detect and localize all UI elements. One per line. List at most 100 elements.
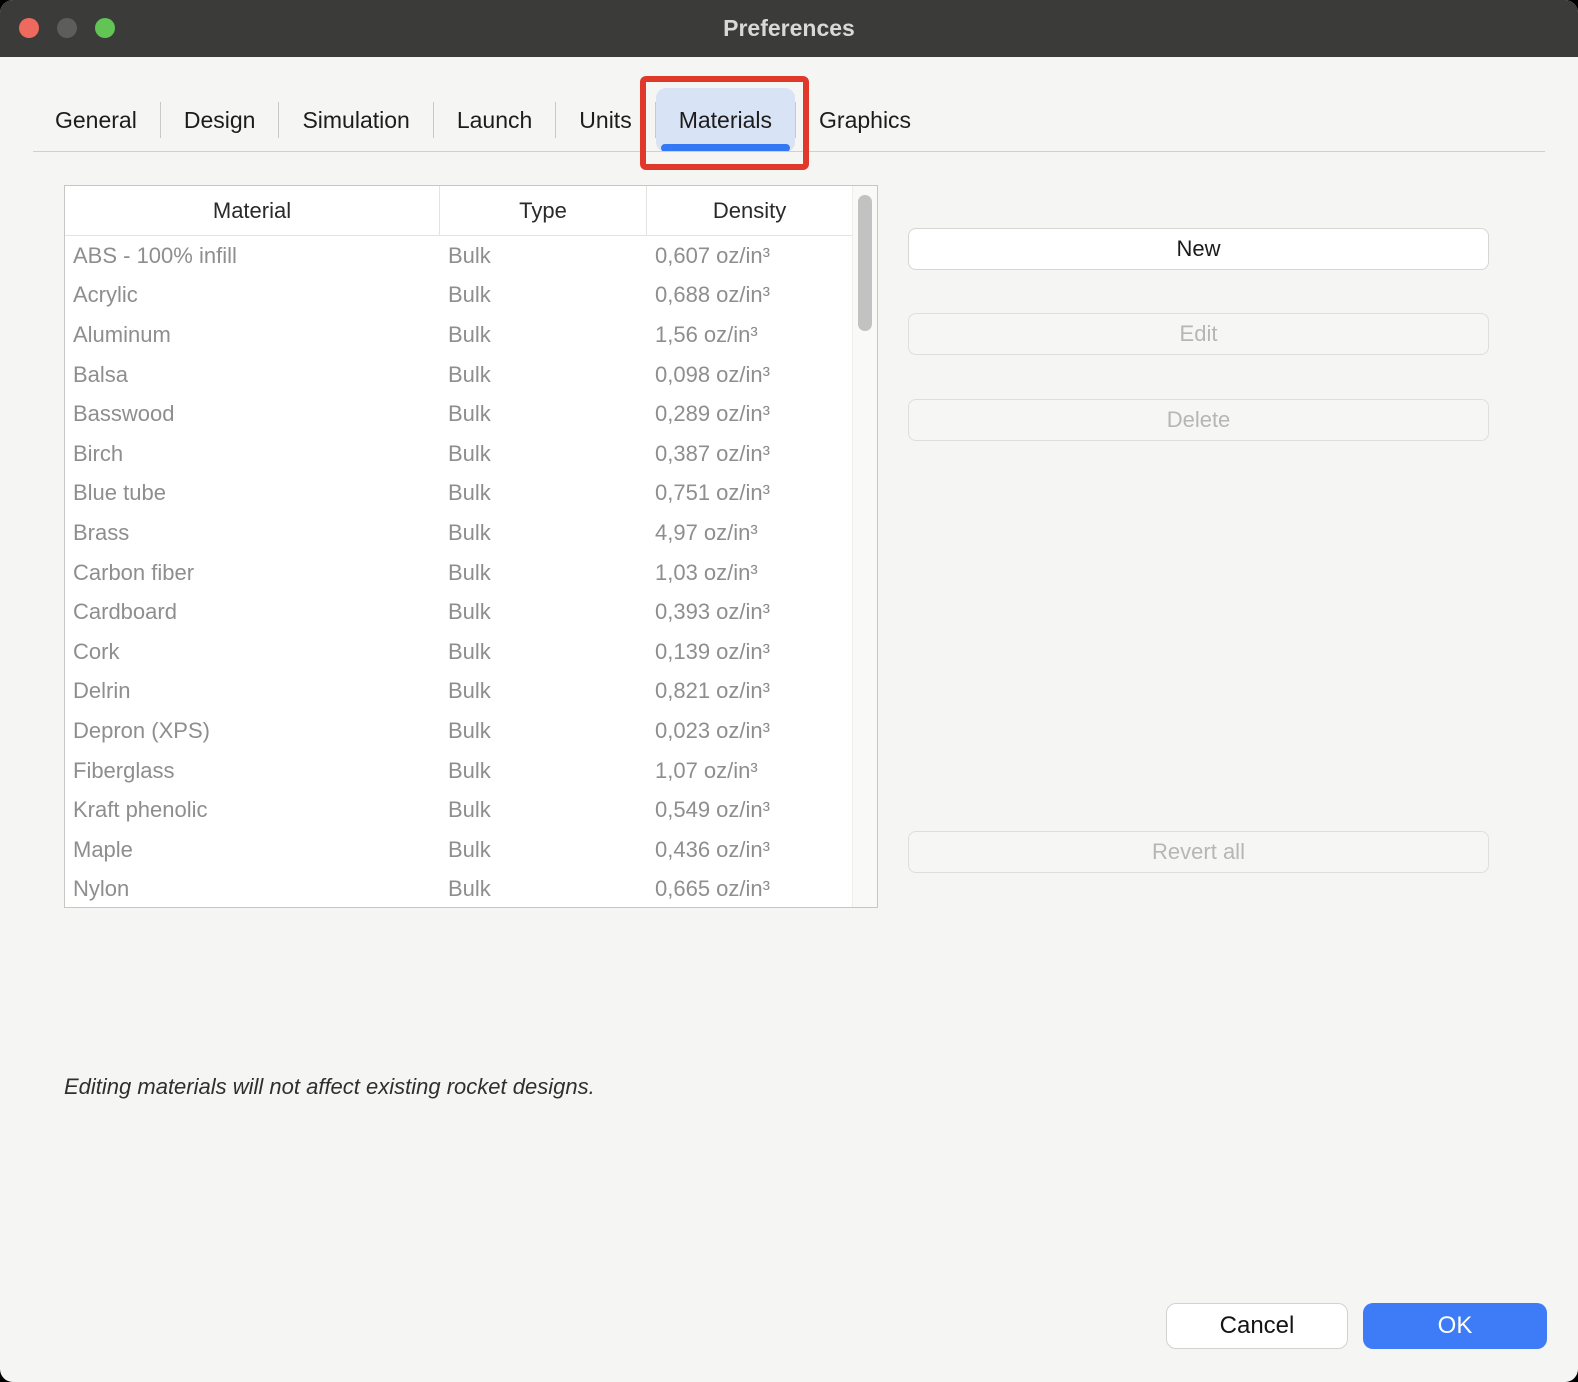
tab-launch[interactable]: Launch xyxy=(434,88,555,152)
material-cell: Birch xyxy=(65,434,440,474)
tab-label: Materials xyxy=(679,107,772,134)
scrollbar-thumb[interactable] xyxy=(858,195,872,331)
new-button[interactable]: New xyxy=(908,228,1489,270)
type-cell: Bulk xyxy=(440,236,647,276)
table-row[interactable]: Blue tubeBulk0,751 oz/in³ xyxy=(65,474,852,514)
delete-button[interactable]: Delete xyxy=(908,399,1489,441)
window-controls xyxy=(19,18,115,38)
tab-label: Launch xyxy=(457,107,532,134)
materials-note: Editing materials will not affect existi… xyxy=(64,1074,595,1100)
tab-general[interactable]: General xyxy=(32,88,160,152)
table-header: MaterialTypeDensity xyxy=(65,186,852,236)
column-header-type: Type xyxy=(440,186,647,235)
tab-simulation[interactable]: Simulation xyxy=(279,88,432,152)
type-cell: Bulk xyxy=(440,870,647,908)
material-cell: Kraft phenolic xyxy=(65,790,440,830)
type-cell: Bulk xyxy=(440,355,647,395)
density-cell: 0,665 oz/in³ xyxy=(647,870,852,908)
column-header-material: Material xyxy=(65,186,440,235)
tab-units[interactable]: Units xyxy=(556,88,654,152)
revert-all-button[interactable]: Revert all xyxy=(908,831,1489,873)
type-cell: Bulk xyxy=(440,474,647,514)
ok-button[interactable]: OK xyxy=(1363,1303,1547,1349)
density-cell: 0,393 oz/in³ xyxy=(647,592,852,632)
material-cell: Blue tube xyxy=(65,474,440,514)
table-row[interactable]: CardboardBulk0,393 oz/in³ xyxy=(65,592,852,632)
material-cell: Aluminum xyxy=(65,315,440,355)
material-cell: Acrylic xyxy=(65,276,440,316)
density-cell: 0,821 oz/in³ xyxy=(647,672,852,712)
type-cell: Bulk xyxy=(440,830,647,870)
material-cell: Fiberglass xyxy=(65,751,440,791)
zoom-button[interactable] xyxy=(95,18,115,38)
tab-label: General xyxy=(55,107,137,134)
minimize-button[interactable] xyxy=(57,18,77,38)
type-cell: Bulk xyxy=(440,592,647,632)
window-title: Preferences xyxy=(723,15,855,42)
table-row[interactable]: DelrinBulk0,821 oz/in³ xyxy=(65,672,852,712)
table-row[interactable]: FiberglassBulk1,07 oz/in³ xyxy=(65,751,852,791)
preferences-window: Preferences General Design Simulation Launc… xyxy=(0,0,1578,1382)
table-row[interactable]: AluminumBulk1,56 oz/in³ xyxy=(65,315,852,355)
tab-label: Graphics xyxy=(819,107,911,134)
table-row[interactable]: Depron (XPS)Bulk0,023 oz/in³ xyxy=(65,711,852,751)
density-cell: 1,03 oz/in³ xyxy=(647,553,852,593)
type-cell: Bulk xyxy=(440,790,647,830)
table-row[interactable]: NylonBulk0,665 oz/in³ xyxy=(65,870,852,908)
tab-label: Units xyxy=(579,107,631,134)
density-cell: 1,56 oz/in³ xyxy=(647,315,852,355)
density-cell: 0,751 oz/in³ xyxy=(647,474,852,514)
table-row[interactable]: BrassBulk4,97 oz/in³ xyxy=(65,513,852,553)
edit-button[interactable]: Edit xyxy=(908,313,1489,355)
density-cell: 4,97 oz/in³ xyxy=(647,513,852,553)
tab-design[interactable]: Design xyxy=(161,88,279,152)
table-row[interactable]: Carbon fiberBulk1,03 oz/in³ xyxy=(65,553,852,593)
material-cell: Carbon fiber xyxy=(65,553,440,593)
tab-label: Simulation xyxy=(302,107,409,134)
density-cell: 0,098 oz/in³ xyxy=(647,355,852,395)
materials-table-main: MaterialTypeDensity ABS - 100% infillBul… xyxy=(65,186,852,907)
cancel-button[interactable]: Cancel xyxy=(1166,1303,1348,1349)
material-cell: Balsa xyxy=(65,355,440,395)
titlebar[interactable]: Preferences xyxy=(0,0,1578,57)
table-row[interactable]: AcrylicBulk0,688 oz/in³ xyxy=(65,276,852,316)
density-cell: 0,139 oz/in³ xyxy=(647,632,852,672)
material-cell: Cardboard xyxy=(65,592,440,632)
table-row[interactable]: BasswoodBulk0,289 oz/in³ xyxy=(65,394,852,434)
tab-bar: General Design Simulation Launch Units Materi… xyxy=(32,88,934,152)
material-cell: Cork xyxy=(65,632,440,672)
material-cell: Nylon xyxy=(65,870,440,908)
type-cell: Bulk xyxy=(440,632,647,672)
density-cell: 0,289 oz/in³ xyxy=(647,394,852,434)
density-cell: 0,436 oz/in³ xyxy=(647,830,852,870)
material-cell: ABS - 100% infill xyxy=(65,236,440,276)
density-cell: 0,023 oz/in³ xyxy=(647,711,852,751)
tab-bar-divider xyxy=(33,151,1545,152)
type-cell: Bulk xyxy=(440,672,647,712)
type-cell: Bulk xyxy=(440,711,647,751)
table-row[interactable]: Kraft phenolicBulk0,549 oz/in³ xyxy=(65,790,852,830)
material-cell: Brass xyxy=(65,513,440,553)
table-row[interactable]: MapleBulk0,436 oz/in³ xyxy=(65,830,852,870)
column-header-density: Density xyxy=(647,186,852,235)
scrollbar-track[interactable] xyxy=(852,186,877,907)
material-cell: Maple xyxy=(65,830,440,870)
table-row[interactable]: BirchBulk0,387 oz/in³ xyxy=(65,434,852,474)
material-cell: Depron (XPS) xyxy=(65,711,440,751)
material-cell: Delrin xyxy=(65,672,440,712)
type-cell: Bulk xyxy=(440,553,647,593)
close-button[interactable] xyxy=(19,18,39,38)
density-cell: 1,07 oz/in³ xyxy=(647,751,852,791)
table-row[interactable]: ABS - 100% infillBulk0,607 oz/in³ xyxy=(65,236,852,276)
type-cell: Bulk xyxy=(440,513,647,553)
tab-graphics[interactable]: Graphics xyxy=(796,88,934,152)
density-cell: 0,688 oz/in³ xyxy=(647,276,852,316)
table-row[interactable]: CorkBulk0,139 oz/in³ xyxy=(65,632,852,672)
type-cell: Bulk xyxy=(440,394,647,434)
tab-materials[interactable]: Materials xyxy=(656,88,795,152)
table-row[interactable]: BalsaBulk0,098 oz/in³ xyxy=(65,355,852,395)
density-cell: 0,387 oz/in³ xyxy=(647,434,852,474)
density-cell: 0,607 oz/in³ xyxy=(647,236,852,276)
table-body: ABS - 100% infillBulk0,607 oz/in³Acrylic… xyxy=(65,236,852,907)
type-cell: Bulk xyxy=(440,315,647,355)
